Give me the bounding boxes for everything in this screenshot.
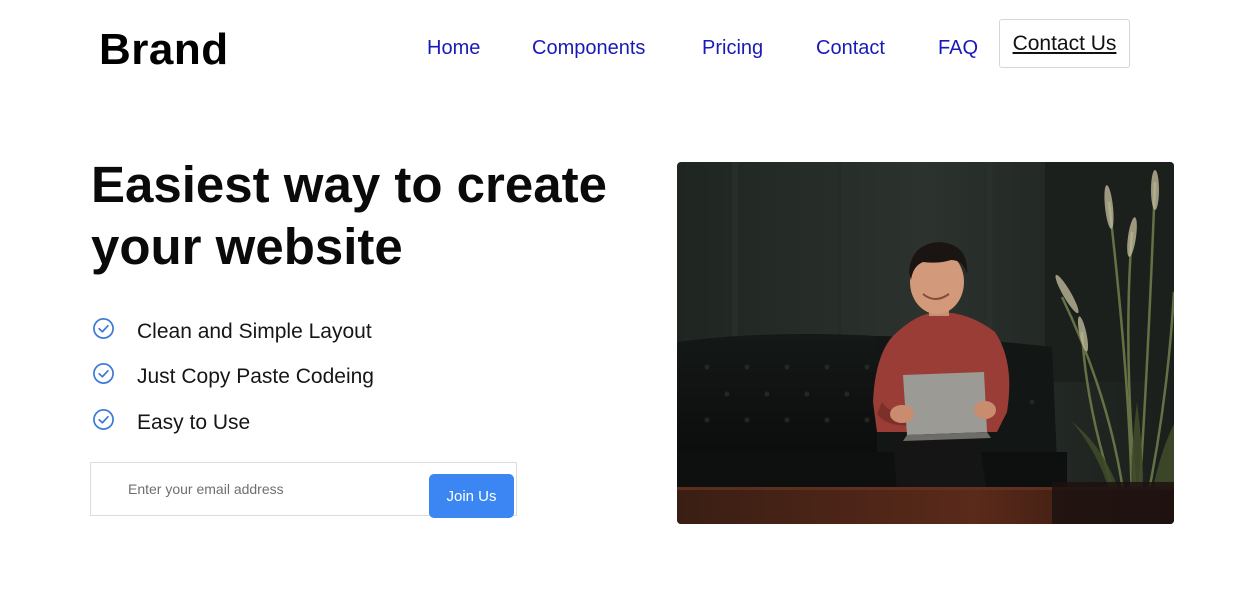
nav-link-faq[interactable]: FAQ: [938, 34, 978, 62]
check-circle-icon: [93, 409, 114, 430]
hero-image: [677, 162, 1174, 524]
check-circle-icon: [93, 363, 114, 384]
nav-link-contact[interactable]: Contact: [816, 34, 885, 62]
feature-label: Clean and Simple Layout: [137, 320, 372, 343]
email-input[interactable]: [92, 464, 422, 514]
hero-photo-illustration: [677, 162, 1174, 524]
brand-logo[interactable]: Brand: [99, 26, 229, 74]
join-us-button[interactable]: Join Us: [429, 474, 514, 518]
nav-link-pricing[interactable]: Pricing: [702, 34, 763, 62]
nav-link-home[interactable]: Home: [427, 34, 480, 62]
contact-us-button[interactable]: Contact Us: [999, 19, 1130, 68]
feature-label: Easy to Use: [137, 411, 251, 434]
email-signup-form: Join Us: [90, 462, 517, 518]
hero-title: Easiest way to create your website: [91, 156, 607, 275]
feature-label: Just Copy Paste Codeing: [137, 365, 374, 388]
check-circle-icon: [93, 318, 114, 339]
nav-link-components[interactable]: Components: [532, 34, 645, 62]
